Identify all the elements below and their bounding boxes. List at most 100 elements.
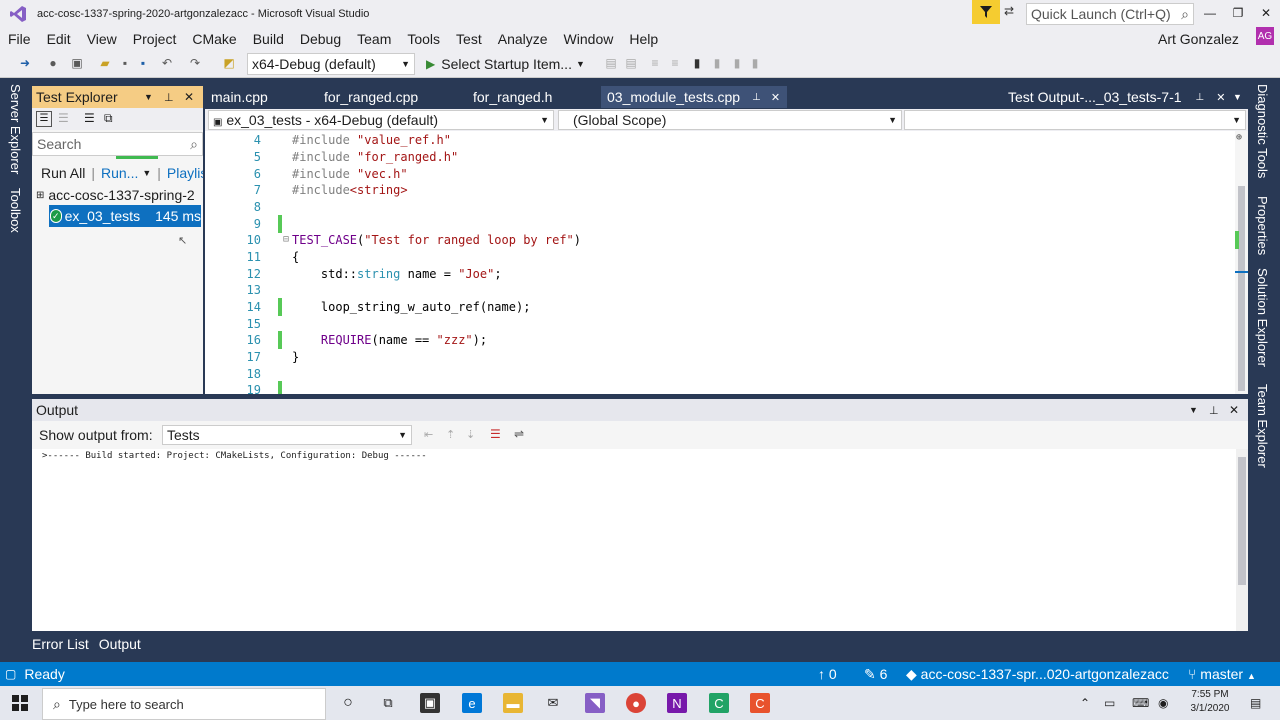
back-arrow-icon[interactable]: ➜ bbox=[18, 56, 32, 70]
store-icon[interactable]: ▣ bbox=[420, 693, 440, 713]
group-by-icon[interactable]: ☰ bbox=[36, 111, 52, 127]
taskbar-clock[interactable]: 7:55 PM 3/1/2020 bbox=[1184, 688, 1236, 720]
taskbar-search[interactable]: ⌕ Type here to search bbox=[42, 688, 326, 720]
user-name[interactable]: Art Gonzalez bbox=[1158, 28, 1239, 50]
bookmark-icon[interactable]: ▮ bbox=[690, 56, 704, 70]
windows-start-icon[interactable] bbox=[12, 695, 28, 711]
copy-icon[interactable]: ⧉ bbox=[104, 111, 113, 126]
comment-icon[interactable]: ≡ bbox=[648, 56, 662, 70]
chevron-down-icon[interactable]: ▼ bbox=[1189, 405, 1198, 415]
bookmark-clear-icon[interactable]: ▮ bbox=[748, 56, 762, 70]
bookmark-prev-icon[interactable]: ▮ bbox=[710, 56, 724, 70]
redo-icon[interactable]: ↷ bbox=[188, 56, 202, 70]
goto-line-icon[interactable]: ⇤ bbox=[424, 428, 433, 441]
menu-test[interactable]: Test bbox=[448, 31, 490, 47]
maximize-button[interactable]: ❐ bbox=[1224, 0, 1252, 26]
test-search-input[interactable]: Search ⌕ bbox=[32, 132, 203, 156]
team-explorer-tab[interactable]: Team Explorer bbox=[1255, 384, 1270, 468]
tab-output[interactable]: Output bbox=[99, 636, 141, 652]
test-item[interactable]: ✓ ex_03_tests 145 ms bbox=[49, 205, 201, 227]
startup-item-button[interactable]: ▶ Select Startup Item... ▼ bbox=[426, 53, 585, 75]
close-icon[interactable]: ✕ bbox=[771, 91, 780, 104]
task-view-icon[interactable]: ⧉ bbox=[378, 693, 398, 713]
scope-select[interactable]: (Global Scope) ▼ bbox=[558, 110, 902, 130]
test-project-node[interactable]: ⊞ acc-cosc-1337-spring-2 bbox=[36, 184, 203, 206]
tray-chevron-icon[interactable]: ⌃ bbox=[1080, 696, 1090, 710]
mail-icon[interactable]: ✉ bbox=[543, 693, 563, 713]
pin-icon[interactable]: ⊥ bbox=[164, 91, 174, 104]
tab-main-cpp[interactable]: main.cpp bbox=[205, 86, 274, 108]
output-scrollbar[interactable] bbox=[1236, 449, 1248, 631]
chevron-down-icon[interactable]: ▼ bbox=[144, 92, 153, 102]
battery-icon[interactable]: ▭ bbox=[1104, 696, 1115, 710]
output-source-select[interactable]: Tests ▼ bbox=[162, 425, 412, 445]
playlist-button[interactable]: Playlis bbox=[167, 165, 203, 181]
word-wrap-icon[interactable]: ⇌ bbox=[514, 427, 524, 441]
recorder-icon[interactable]: C bbox=[750, 693, 770, 713]
toolbox-tab[interactable]: Toolbox bbox=[8, 188, 23, 233]
camtasia-icon[interactable]: C bbox=[709, 693, 729, 713]
feedback-icon[interactable]: ⇄ bbox=[1004, 4, 1020, 20]
clear-all-icon[interactable]: ☰ bbox=[490, 427, 501, 441]
forward-arrow-icon[interactable]: ● bbox=[46, 56, 60, 70]
split-icon[interactable]: ⊕ bbox=[1236, 132, 1242, 143]
save-icon[interactable]: ▪ bbox=[118, 56, 132, 70]
menu-project[interactable]: Project bbox=[125, 31, 185, 47]
menu-view[interactable]: View bbox=[79, 31, 125, 47]
close-icon[interactable]: ✕ bbox=[184, 90, 194, 104]
menu-analyze[interactable]: Analyze bbox=[490, 31, 556, 47]
notification-flag-icon[interactable] bbox=[972, 0, 1000, 24]
menu-file[interactable]: File bbox=[0, 31, 39, 47]
pin-icon[interactable]: ⊥ bbox=[1196, 92, 1205, 103]
properties-tab[interactable]: Properties bbox=[1255, 196, 1270, 255]
menu-window[interactable]: Window bbox=[556, 31, 622, 47]
volume-icon[interactable]: ◉ bbox=[1158, 696, 1168, 710]
menu-build[interactable]: Build bbox=[245, 31, 292, 47]
menu-tools[interactable]: Tools bbox=[399, 31, 448, 47]
run-button[interactable]: Run... bbox=[101, 165, 138, 181]
server-explorer-tab[interactable]: Server Explorer bbox=[8, 84, 23, 174]
branch-button[interactable]: ⑂ master ▲ bbox=[1188, 666, 1256, 682]
next-message-icon[interactable]: ⇣ bbox=[466, 428, 475, 441]
chrome-icon[interactable]: ● bbox=[626, 693, 646, 713]
quick-launch-input[interactable]: Quick Launch (Ctrl+Q) ⌕ bbox=[1026, 3, 1194, 25]
close-icon[interactable]: ✕ bbox=[1229, 403, 1239, 417]
menu-team[interactable]: Team bbox=[349, 31, 399, 47]
changes-count[interactable]: ✎ 6 bbox=[864, 666, 887, 683]
undo-icon[interactable]: ↶ bbox=[160, 56, 174, 70]
menu-cmake[interactable]: CMake bbox=[184, 31, 244, 47]
cortana-icon[interactable]: ○ bbox=[338, 693, 358, 713]
chevron-down-icon[interactable]: ▼ bbox=[142, 168, 151, 178]
tab-test-output[interactable]: Test Output-..._03_tests-7-1 ⊥ ✕ bbox=[1002, 86, 1231, 108]
onenote-icon[interactable]: N bbox=[667, 693, 687, 713]
group-dropdown-icon[interactable]: ☰ bbox=[58, 111, 69, 125]
project-select[interactable]: ▣ ex_03_tests - x64-Debug (default) ▼ bbox=[208, 110, 554, 130]
menu-debug[interactable]: Debug bbox=[292, 31, 349, 47]
visual-studio-taskbar-icon[interactable]: ◥ bbox=[585, 693, 605, 713]
pin-icon[interactable]: ⊥ bbox=[752, 92, 761, 103]
list-icon[interactable]: ☰ bbox=[84, 111, 95, 125]
solution-explorer-tab[interactable]: Solution Explorer bbox=[1255, 268, 1270, 367]
tab-03-module-tests[interactable]: 03_module_tests.cpp ⊥ ✕ bbox=[601, 86, 787, 108]
chevron-down-icon[interactable]: ▼ bbox=[1227, 86, 1248, 108]
tab-for-ranged-cpp[interactable]: for_ranged.cpp bbox=[318, 86, 424, 108]
member-select[interactable]: ▼ bbox=[904, 110, 1246, 130]
repo-button[interactable]: ◆ acc-cosc-1337-spr...020-artgonzalezacc bbox=[906, 666, 1169, 683]
tab-for-ranged-h[interactable]: for_ranged.h bbox=[467, 86, 558, 108]
code-editor[interactable]: 4 5 6 7 8 9 10 11 12 13 14 15 16 17 18 1… bbox=[205, 131, 1248, 394]
new-project-icon[interactable]: ▣ bbox=[70, 56, 84, 70]
run-all-button[interactable]: Run All bbox=[41, 165, 85, 181]
step-over-icon[interactable]: ▤ bbox=[624, 56, 638, 70]
network-icon[interactable]: ⌨ bbox=[1132, 696, 1149, 710]
configuration-select[interactable]: x64-Debug (default) ▼ bbox=[247, 53, 415, 75]
push-count[interactable]: ↑ 0 bbox=[818, 666, 837, 682]
save-all-icon[interactable]: ▪ bbox=[136, 56, 150, 70]
scroll-thumb[interactable] bbox=[1238, 186, 1245, 391]
close-icon[interactable]: ✕ bbox=[1216, 91, 1225, 104]
avatar[interactable]: AG bbox=[1256, 27, 1274, 45]
minimize-button[interactable]: — bbox=[1196, 0, 1224, 26]
file-explorer-icon[interactable]: ▬ bbox=[503, 693, 523, 713]
bookmark-next-icon[interactable]: ▮ bbox=[730, 56, 744, 70]
solution-config-icon[interactable]: ◩ bbox=[222, 56, 236, 70]
menu-edit[interactable]: Edit bbox=[39, 31, 79, 47]
